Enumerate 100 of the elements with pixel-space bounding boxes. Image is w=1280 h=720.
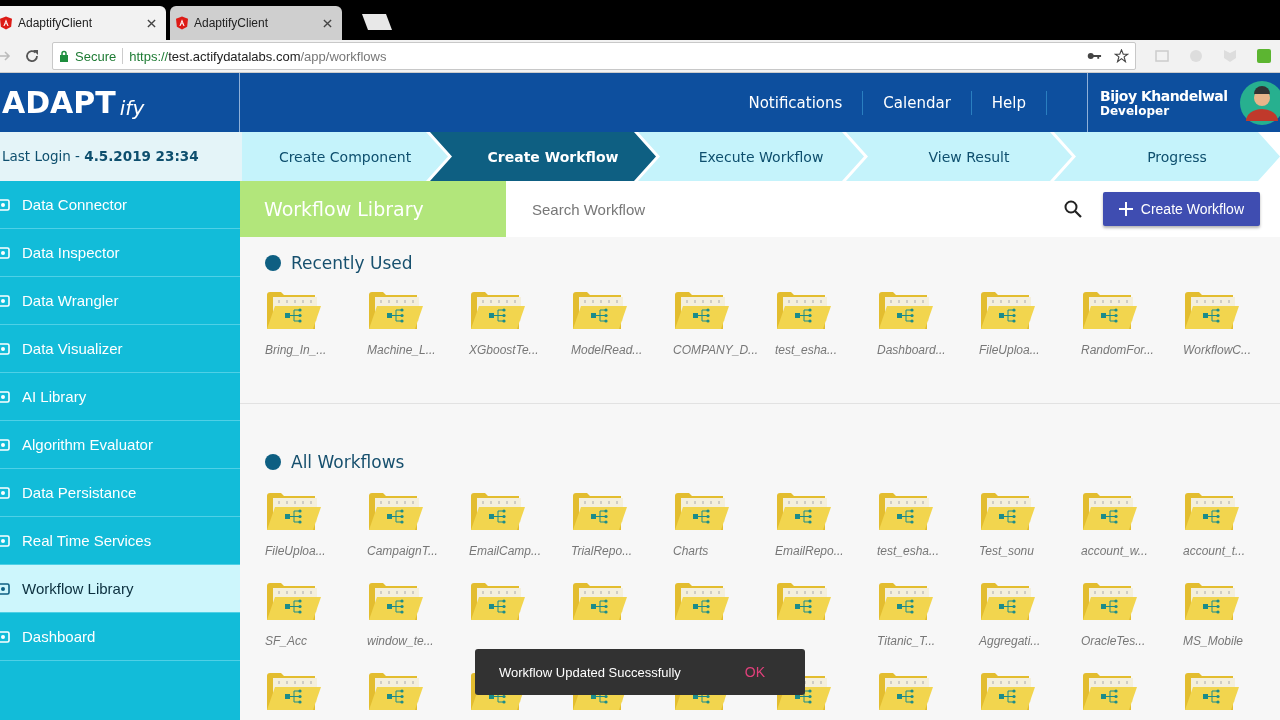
folder-icon[interactable] <box>877 492 933 532</box>
bullet-icon <box>265 454 281 470</box>
folder-icon[interactable] <box>877 291 933 331</box>
address-bar[interactable]: Secure https://test.actifydatalabs.com/app/workflows <box>52 42 1136 70</box>
folder-icon[interactable] <box>367 291 423 331</box>
folder-icon[interactable] <box>1183 672 1239 712</box>
workflow-name[interactable]: Test_sonu <box>979 544 1034 558</box>
workflow-name[interactable]: TrialRepo... <box>571 544 633 558</box>
plus-icon <box>1118 202 1133 216</box>
folder-icon[interactable] <box>265 291 321 331</box>
folder-icon[interactable] <box>775 492 831 532</box>
folder-icon[interactable] <box>1081 672 1137 712</box>
folder-icon[interactable] <box>265 492 321 532</box>
workflow-name[interactable]: Aggregati... <box>979 634 1041 648</box>
workflow-name[interactable]: FileUploa... <box>979 343 1040 357</box>
folder-icon[interactable] <box>877 582 933 622</box>
folder-icon[interactable] <box>571 582 627 622</box>
section-title: Recently Used <box>291 253 413 273</box>
folder-icon[interactable] <box>877 672 933 712</box>
folder-icon[interactable] <box>979 492 1035 532</box>
user-name: Bijoy Khandelwal <box>1100 87 1228 104</box>
workflow-name[interactable]: OracleTes... <box>1081 634 1146 648</box>
nav-link[interactable]: Notifications <box>748 93 843 112</box>
workflow-name[interactable]: WorkflowC... <box>1183 343 1251 357</box>
workflow-name[interactable]: EmailCamp... <box>469 544 542 558</box>
workflow-name[interactable]: CampaignT... <box>367 544 438 558</box>
last-login: Last Login - 4.5.2019 23:34 <box>0 132 242 181</box>
workflow-name[interactable]: Dashboard... <box>877 343 946 357</box>
workflow-name[interactable]: FileUploa... <box>265 544 326 558</box>
reload-icon[interactable] <box>24 48 40 64</box>
folder-icon[interactable] <box>469 492 525 532</box>
browser-tab[interactable]: AdaptifyClient <box>170 6 342 40</box>
folder-icon[interactable] <box>1183 582 1239 622</box>
workflow-step[interactable]: View Result <box>846 132 1072 181</box>
module-icon <box>0 628 12 645</box>
url-text: https://test.actifydatalabs.com/app/workflows <box>129 48 388 64</box>
search-icon[interactable] <box>1062 199 1083 219</box>
create-workflow-button[interactable]: Create Workflow <box>1102 192 1260 226</box>
folder-icon[interactable] <box>1183 492 1239 532</box>
workflow-name[interactable]: test_esha... <box>877 544 940 558</box>
new-tab-button[interactable] <box>362 14 392 30</box>
folder-icon[interactable] <box>673 492 729 532</box>
user-role: Developer <box>1100 103 1171 118</box>
workflow-name[interactable]: MS_Mobile <box>1183 634 1244 648</box>
folder-icon[interactable] <box>469 582 525 622</box>
workflow-name[interactable]: Machine_L... <box>367 343 436 357</box>
workflow-name[interactable]: SF_Acc <box>265 634 307 648</box>
folder-icon[interactable] <box>775 291 831 331</box>
module-icon <box>0 196 12 213</box>
module-icon <box>0 340 12 357</box>
module-icon <box>0 580 12 597</box>
workflow-name[interactable]: test_esha... <box>775 343 838 357</box>
section-title: All Workflows <box>291 452 405 472</box>
folder-icon[interactable] <box>673 582 729 622</box>
workflow-step[interactable]: Progress <box>1054 132 1280 181</box>
workflow-name[interactable]: Titanic_T... <box>877 634 936 648</box>
workflow-name[interactable]: RandomFor... <box>1081 343 1154 357</box>
workflow-step[interactable]: Create Component <box>242 132 448 181</box>
workflow-name[interactable]: window_te... <box>367 634 434 648</box>
extension-icon[interactable] <box>1256 48 1272 64</box>
folder-icon[interactable] <box>367 492 423 532</box>
folder-icon[interactable] <box>265 672 321 712</box>
star-icon[interactable] <box>1114 49 1129 63</box>
workflow-name[interactable]: ModelRead... <box>571 343 643 357</box>
sidebar-item[interactable]: Workflow Library <box>0 565 240 613</box>
folder-icon[interactable] <box>1081 582 1137 622</box>
workflow-step[interactable]: Create Workflow <box>430 132 656 181</box>
folder-icon[interactable] <box>265 582 321 622</box>
workflow-name[interactable]: account_t... <box>1183 544 1246 558</box>
workflow-name[interactable]: XGboostTe... <box>469 343 539 357</box>
search-field[interactable]: Search Workflow <box>530 199 1063 219</box>
workflow-name[interactable]: Bring_In_... <box>265 343 327 357</box>
folder-icon[interactable] <box>1081 291 1137 331</box>
avatar[interactable] <box>1239 80 1280 125</box>
browser-tab[interactable]: AdaptifyClient <box>0 6 166 40</box>
nav-link[interactable]: Help <box>991 93 1026 112</box>
folder-icon[interactable] <box>1081 492 1137 532</box>
workflow-step[interactable]: Execute Workflow <box>638 132 864 181</box>
workflow-name[interactable]: Charts <box>673 544 709 558</box>
folder-icon[interactable] <box>469 291 525 331</box>
workflow-name[interactable]: COMPANY_D... <box>673 343 759 357</box>
folder-icon[interactable] <box>367 672 423 712</box>
folder-icon[interactable] <box>775 582 831 622</box>
workflow-name[interactable]: EmailRepo... <box>775 544 844 558</box>
module-icon <box>0 388 12 405</box>
folder-icon[interactable] <box>571 492 627 532</box>
folder-icon[interactable] <box>673 291 729 331</box>
folder-icon[interactable] <box>571 291 627 331</box>
folder-icon[interactable] <box>979 291 1035 331</box>
nav-link[interactable]: Calendar <box>883 93 951 112</box>
close-icon[interactable] <box>323 18 332 28</box>
folder-icon[interactable] <box>367 582 423 622</box>
folder-icon[interactable] <box>979 672 1035 712</box>
close-icon[interactable] <box>147 18 156 28</box>
workflow-name[interactable]: account_w... <box>1081 544 1148 558</box>
folder-icon[interactable] <box>979 582 1035 622</box>
folder-icon[interactable] <box>1183 291 1239 331</box>
tab-title: AdaptifyClient <box>194 16 270 30</box>
module-icon <box>0 436 12 453</box>
ok-button[interactable]: OK <box>728 664 781 680</box>
